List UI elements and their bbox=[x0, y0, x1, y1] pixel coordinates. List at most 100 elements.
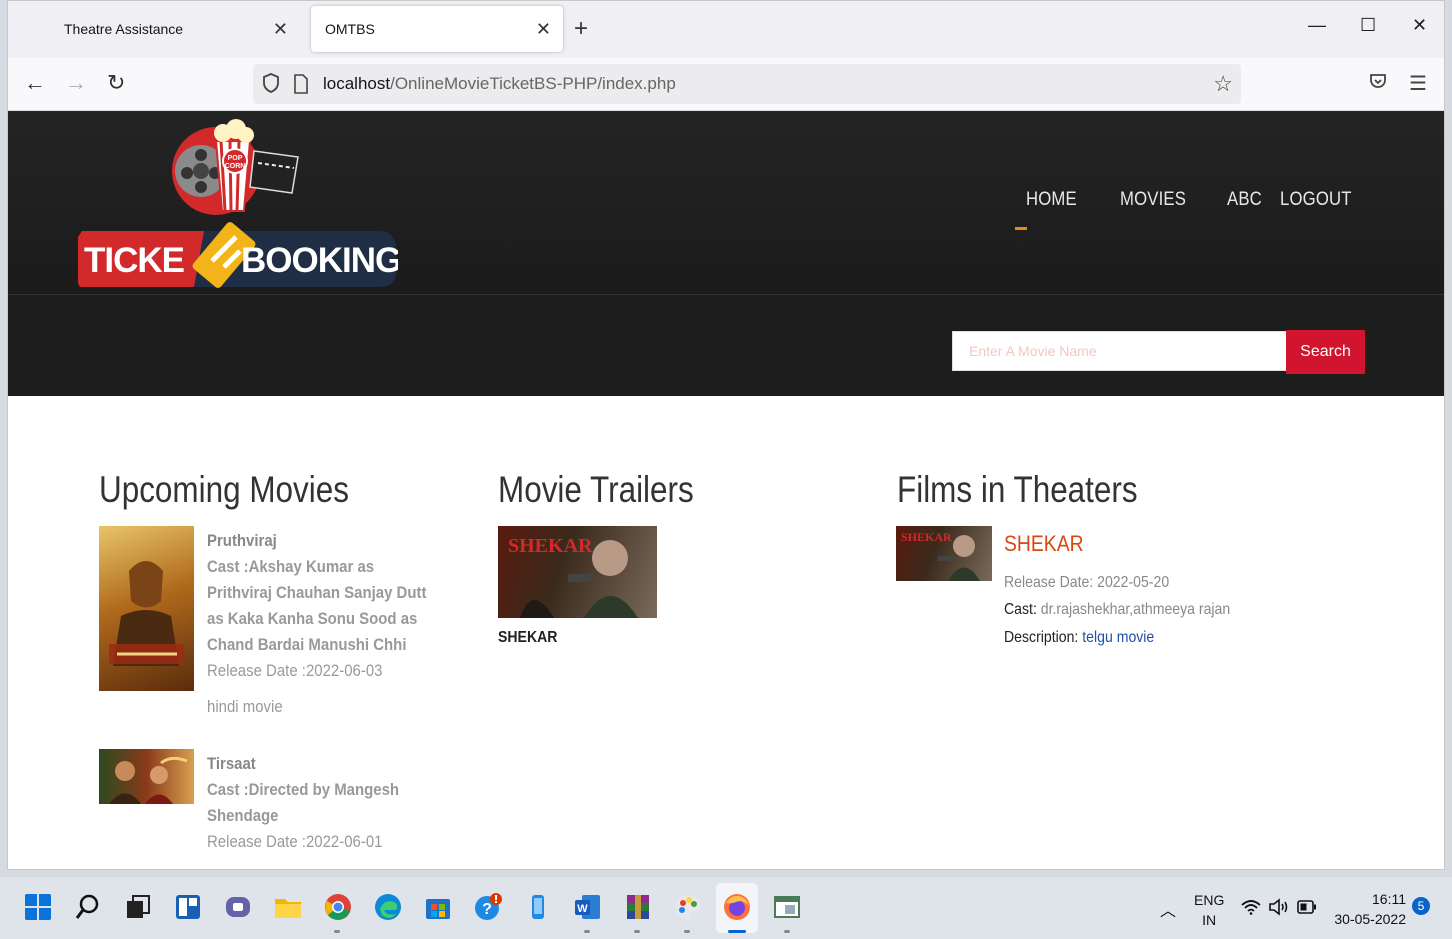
notification-badge[interactable]: 5 bbox=[1412, 897, 1430, 915]
task-view-icon[interactable] bbox=[124, 893, 152, 921]
language-indicator[interactable]: ENG IN bbox=[1194, 890, 1224, 930]
nav-home[interactable]: HOME bbox=[1026, 189, 1077, 211]
shield-icon[interactable] bbox=[261, 72, 281, 94]
windows-taskbar: ? W ︿ ENG IN 16:11 30-05-2022 5 bbox=[0, 877, 1452, 939]
svg-text:?: ? bbox=[482, 901, 492, 918]
phone-link-icon[interactable] bbox=[524, 893, 552, 921]
website: POP CORN TICKE BOOKING HOME MOVIES ABC L… bbox=[8, 111, 1444, 869]
movie-cast: Cast :Directed by Mangesh Shendage bbox=[207, 780, 400, 825]
movie-name[interactable]: Pruthviraj bbox=[207, 528, 440, 554]
url-path: /OnlineMovieTicketBS-PHP/index.php bbox=[390, 74, 676, 93]
address-bar[interactable]: localhost/OnlineMovieTicketBS-PHP/index.… bbox=[253, 64, 1241, 104]
search-button[interactable]: Search bbox=[1286, 330, 1365, 374]
nav-logout[interactable]: LOGOUT bbox=[1280, 189, 1352, 211]
tab-theatre-assistance[interactable]: Theatre Assistance ✕ bbox=[50, 6, 300, 52]
ticket-booking-logo[interactable]: POP CORN TICKE BOOKING bbox=[78, 111, 398, 295]
get-help-icon[interactable]: ? bbox=[474, 893, 502, 921]
tab-omtbs[interactable]: OMTBS ✕ bbox=[311, 6, 563, 52]
firefox-icon[interactable] bbox=[723, 893, 751, 921]
widgets-icon[interactable] bbox=[174, 893, 202, 921]
film-release-label: Release Date: bbox=[1004, 574, 1094, 591]
movie-cast: Cast :Akshay Kumar as Prithviraj Chauhan… bbox=[207, 557, 427, 654]
film-description-value: telgu movie bbox=[1082, 629, 1155, 646]
film-description: Description: telgu movie bbox=[1004, 629, 1154, 647]
microsoft-store-icon[interactable] bbox=[424, 893, 452, 921]
show-hidden-icons-chevron-icon[interactable]: ︿ bbox=[1160, 897, 1176, 921]
pocket-icon[interactable] bbox=[1368, 71, 1388, 91]
app-window-icon[interactable] bbox=[773, 893, 801, 921]
film-cast: Cast: dr.rajashekhar,athmeeya rajan bbox=[1004, 601, 1230, 619]
file-explorer-icon[interactable] bbox=[274, 893, 302, 921]
volume-icon[interactable] bbox=[1268, 898, 1290, 916]
clock[interactable]: 16:11 30-05-2022 bbox=[1330, 889, 1406, 929]
word-icon[interactable]: W bbox=[574, 893, 602, 921]
running-indicator bbox=[584, 930, 590, 933]
film-release-date: Release Date: 2022-05-20 bbox=[1004, 574, 1169, 592]
active-indicator bbox=[728, 930, 746, 933]
film-title[interactable]: SHEKAR bbox=[1004, 531, 1084, 557]
navigation-toolbar: ← → ↻ localhost/OnlineMovieTicketBS-PHP/… bbox=[8, 58, 1444, 111]
movie-info-pruthviraj: Pruthviraj Cast :Akshay Kumar as Prithvi… bbox=[207, 528, 440, 720]
forward-arrow-icon[interactable]: → bbox=[65, 71, 87, 95]
movie-search-input[interactable] bbox=[952, 331, 1287, 371]
nav-abc[interactable]: ABC bbox=[1227, 189, 1262, 211]
trailer-name[interactable]: SHEKAR bbox=[498, 629, 557, 647]
browser-window: Theatre Assistance ✕ OMTBS ✕ + — ☐ ✕ ← →… bbox=[7, 0, 1445, 870]
upcoming-movies-title: Upcoming Movies bbox=[99, 469, 349, 510]
logo-text-booking: BOOKING bbox=[241, 241, 398, 280]
bookmark-star-icon[interactable]: ☆ bbox=[1213, 71, 1233, 97]
nav-movies[interactable]: MOVIES bbox=[1120, 189, 1186, 211]
window-close-icon[interactable]: ✕ bbox=[1412, 15, 1427, 36]
close-icon[interactable]: ✕ bbox=[273, 19, 288, 40]
wifi-icon[interactable] bbox=[1241, 899, 1261, 915]
svg-text:W: W bbox=[577, 903, 588, 915]
close-icon[interactable]: ✕ bbox=[536, 19, 551, 40]
film-cast-value: dr.rajashekhar,athmeeya rajan bbox=[1040, 601, 1231, 618]
film-release-value: 2022-05-20 bbox=[1097, 574, 1170, 591]
menu-hamburger-icon[interactable]: ☰ bbox=[1409, 71, 1427, 96]
shekar-trailer-thumbnail[interactable]: SHEKAR bbox=[498, 526, 657, 618]
clock-time: 16:11 bbox=[1372, 891, 1406, 907]
movie-release-date: Release Date :2022-06-03 bbox=[207, 661, 383, 680]
url-text[interactable]: localhost/OnlineMovieTicketBS-PHP/index.… bbox=[323, 74, 676, 94]
edge-icon[interactable] bbox=[374, 893, 402, 921]
running-indicator bbox=[634, 930, 640, 933]
active-nav-indicator bbox=[1015, 227, 1027, 230]
battery-icon[interactable] bbox=[1297, 900, 1317, 914]
tab-strip: Theatre Assistance ✕ OMTBS ✕ + — ☐ ✕ bbox=[8, 1, 1444, 58]
new-tab-icon[interactable]: + bbox=[574, 15, 588, 43]
back-arrow-icon[interactable]: ← bbox=[24, 71, 46, 95]
logo-badge-text: POP bbox=[228, 155, 243, 162]
movie-trailers-title: Movie Trailers bbox=[498, 469, 694, 510]
page-icon bbox=[294, 74, 308, 94]
trailer-thumbnail-title: SHEKAR bbox=[508, 535, 593, 557]
film-cast-label: Cast: bbox=[1004, 601, 1037, 618]
url-host: localhost bbox=[323, 74, 391, 93]
theater-thumbnail-title: SHEKAR bbox=[901, 530, 952, 544]
shekar-theater-thumbnail[interactable]: SHEKAR bbox=[896, 526, 992, 581]
winrar-icon[interactable] bbox=[624, 893, 652, 921]
search-icon[interactable] bbox=[74, 893, 102, 921]
language-code: ENG bbox=[1194, 892, 1225, 908]
pruthviraj-poster[interactable] bbox=[99, 526, 194, 691]
search-band: Search bbox=[8, 295, 1444, 396]
minimize-icon[interactable]: — bbox=[1308, 15, 1326, 36]
movie-name[interactable]: Tirsaat bbox=[207, 751, 440, 777]
clock-date: 30-05-2022 bbox=[1334, 911, 1406, 927]
tab-label: OMTBS bbox=[325, 21, 375, 37]
running-indicator bbox=[784, 930, 790, 933]
running-indicator bbox=[684, 930, 690, 933]
region-code: IN bbox=[1202, 912, 1217, 928]
logo-text-ticke: TICKE bbox=[84, 241, 184, 280]
film-description-label: Description: bbox=[1004, 629, 1079, 646]
windows-start-icon[interactable] bbox=[24, 893, 52, 921]
tirsaat-poster[interactable] bbox=[99, 749, 194, 804]
movie-release-date: Release Date :2022-06-01 bbox=[207, 832, 383, 851]
maximize-icon[interactable]: ☐ bbox=[1360, 15, 1376, 36]
teams-chat-icon[interactable] bbox=[224, 893, 252, 921]
site-header: POP CORN TICKE BOOKING HOME MOVIES ABC L… bbox=[8, 111, 1444, 295]
logo-badge-text: CORN bbox=[225, 163, 246, 170]
chrome-icon[interactable] bbox=[324, 893, 352, 921]
reload-icon[interactable]: ↻ bbox=[107, 71, 125, 95]
paint-icon[interactable] bbox=[674, 893, 702, 921]
